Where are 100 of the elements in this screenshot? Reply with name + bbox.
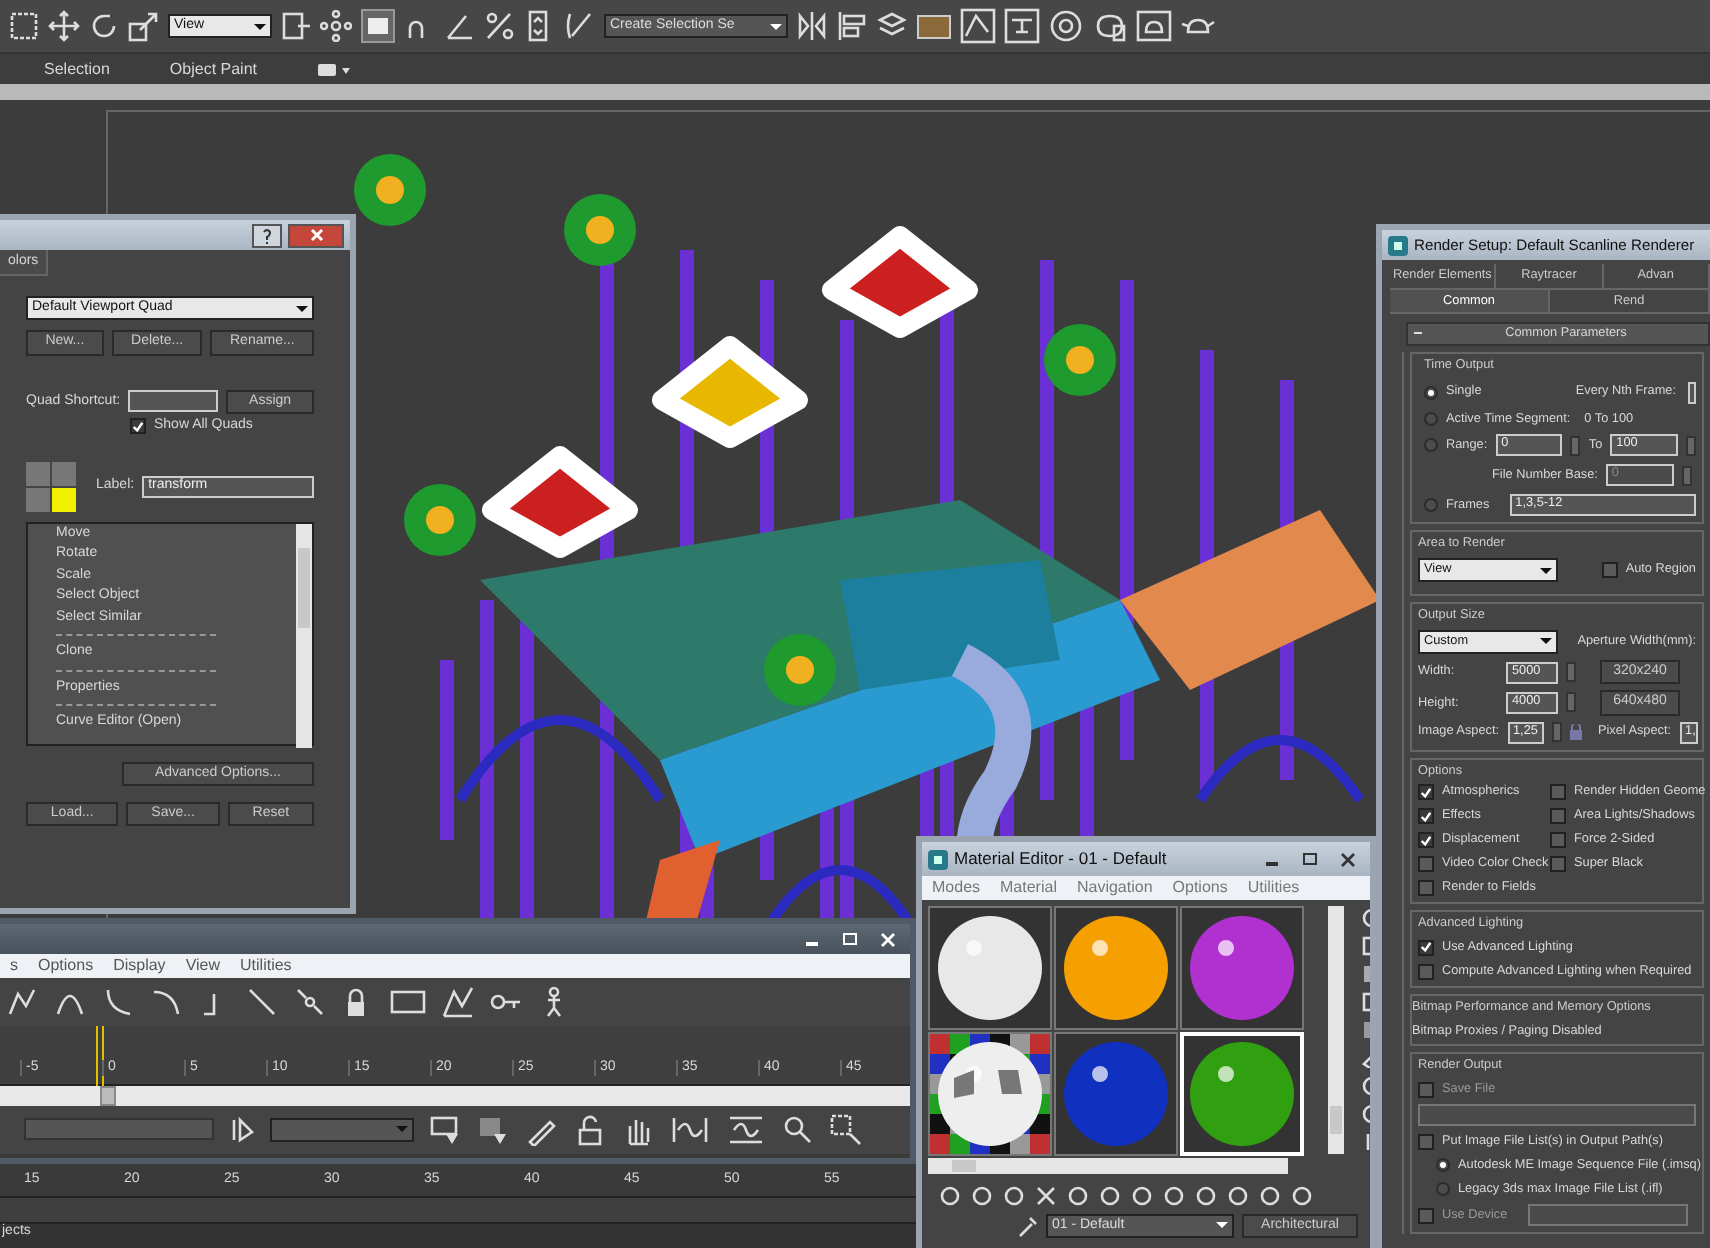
unique-icon[interactable] bbox=[1098, 1183, 1122, 1208]
checkbox[interactable] bbox=[1550, 784, 1566, 801]
menu-item[interactable]: View bbox=[185, 956, 221, 976]
select-region-icon[interactable] bbox=[8, 10, 40, 42]
caret-icon bbox=[396, 1126, 408, 1133]
pivot-icon[interactable] bbox=[280, 10, 312, 42]
checkbox[interactable] bbox=[1418, 856, 1434, 873]
checkbox[interactable] bbox=[1418, 1207, 1434, 1224]
scale-icon[interactable] bbox=[128, 10, 160, 42]
snap-frames-icon[interactable] bbox=[390, 985, 426, 1018]
checkbox[interactable] bbox=[1418, 880, 1434, 897]
effects-icon[interactable] bbox=[1162, 1183, 1186, 1208]
radio-button[interactable] bbox=[1436, 1182, 1450, 1197]
linear-curve-icon[interactable] bbox=[246, 985, 278, 1018]
keyframe-curve-icon[interactable] bbox=[6, 985, 38, 1018]
unlock-icon[interactable] bbox=[574, 1113, 606, 1146]
caret-icon bbox=[254, 23, 266, 29]
radio-button[interactable] bbox=[1436, 1158, 1450, 1173]
checkbox[interactable] bbox=[1418, 784, 1434, 801]
nth-frame-field[interactable] bbox=[1688, 381, 1696, 404]
radio-button[interactable] bbox=[1424, 498, 1438, 513]
align-icon[interactable] bbox=[836, 10, 868, 42]
mirror-icon[interactable] bbox=[796, 10, 828, 42]
checkbox[interactable] bbox=[1418, 939, 1434, 956]
menu-item[interactable]: Material bbox=[1000, 878, 1057, 898]
device-field[interactable] bbox=[1527, 1204, 1688, 1227]
maximize-icon bbox=[842, 931, 858, 947]
show-map-icon[interactable] bbox=[1194, 1183, 1218, 1208]
caret-icon bbox=[296, 305, 308, 312]
edit-named-selection-icon[interactable] bbox=[564, 10, 596, 42]
checkbox[interactable] bbox=[1550, 808, 1566, 825]
checkbox[interactable] bbox=[1418, 1082, 1434, 1099]
link-nodes-icon[interactable] bbox=[320, 10, 352, 42]
close-icon bbox=[880, 931, 896, 947]
app-icon bbox=[928, 849, 948, 869]
checkbox[interactable] bbox=[1418, 808, 1434, 825]
material-editor-icon[interactable] bbox=[1048, 8, 1084, 44]
checkbox[interactable] bbox=[1550, 856, 1566, 873]
menu-item[interactable]: Navigation bbox=[1076, 878, 1153, 898]
output-path-field[interactable] bbox=[1418, 1104, 1696, 1127]
ease-in-curve-icon[interactable] bbox=[102, 985, 134, 1018]
zoom-icon[interactable] bbox=[782, 1113, 814, 1146]
vertical-scrollbar[interactable] bbox=[296, 523, 312, 748]
zoom-region-icon[interactable] bbox=[830, 1113, 862, 1146]
menu-item[interactable]: Utilities bbox=[240, 956, 292, 976]
material-slot[interactable] bbox=[928, 905, 1052, 1030]
menu-item[interactable]: Display bbox=[113, 956, 166, 976]
radio-button[interactable] bbox=[1424, 438, 1438, 453]
select-by-name-icon[interactable] bbox=[230, 1115, 254, 1144]
time-slider-handle[interactable] bbox=[100, 1085, 116, 1106]
curve-editor-icon[interactable] bbox=[960, 8, 996, 44]
close-button[interactable] bbox=[288, 223, 344, 247]
vertical-scrollbar[interactable] bbox=[1328, 906, 1344, 1155]
schematic-view-icon[interactable] bbox=[1004, 8, 1040, 44]
checkbox[interactable] bbox=[1418, 1134, 1434, 1151]
quad-layout-icon[interactable] bbox=[26, 461, 78, 514]
angle-snap-icon[interactable] bbox=[444, 10, 476, 42]
menu-item[interactable]: Options bbox=[1172, 878, 1228, 898]
delete-icon[interactable] bbox=[1034, 1183, 1058, 1208]
help-button[interactable] bbox=[252, 223, 282, 247]
checkbox[interactable] bbox=[1418, 832, 1434, 849]
options-icon[interactable] bbox=[1290, 1183, 1314, 1208]
get-material-icon[interactable] bbox=[938, 1183, 962, 1208]
ease-out-curve-icon[interactable] bbox=[150, 985, 182, 1018]
horizontal-scrollbar[interactable] bbox=[928, 1157, 1288, 1174]
status-field[interactable] bbox=[24, 1118, 214, 1141]
zoom-value-icon[interactable] bbox=[726, 1113, 766, 1146]
render-frame-icon[interactable] bbox=[1136, 8, 1172, 44]
ribbon-tab[interactable]: Selection bbox=[44, 59, 110, 79]
menu-item[interactable]: Modes bbox=[932, 878, 981, 898]
background-icon[interactable] bbox=[1226, 1183, 1250, 1208]
checkbox[interactable] bbox=[1418, 963, 1434, 980]
radio-button[interactable] bbox=[1424, 412, 1438, 427]
material-slot[interactable] bbox=[1054, 905, 1178, 1030]
checkbox[interactable] bbox=[1601, 562, 1618, 579]
menu-item[interactable]: Utilities bbox=[1247, 878, 1300, 898]
export-icon[interactable] bbox=[360, 8, 396, 44]
ribbon-tab[interactable]: Object Paint bbox=[169, 59, 257, 79]
menu-item[interactable]: s bbox=[10, 956, 18, 976]
percent-snap-icon[interactable] bbox=[484, 10, 516, 42]
radio-button[interactable] bbox=[1424, 385, 1438, 400]
copy-icon[interactable] bbox=[1066, 1183, 1090, 1208]
collapse-icon[interactable] bbox=[1414, 332, 1422, 337]
rotate-icon[interactable] bbox=[88, 10, 120, 42]
checkbox[interactable] bbox=[1550, 832, 1566, 849]
library-icon[interactable] bbox=[1130, 1183, 1154, 1208]
menu-item[interactable]: Options bbox=[38, 956, 94, 976]
move-icon[interactable] bbox=[48, 10, 80, 42]
checkbox[interactable] bbox=[130, 418, 146, 435]
eyedropper-icon[interactable] bbox=[1018, 1213, 1038, 1238]
ribbon-toggle-icon[interactable] bbox=[317, 63, 349, 75]
material-slot[interactable] bbox=[928, 1031, 1052, 1156]
sample-icon[interactable] bbox=[1258, 1183, 1282, 1208]
reset-icon[interactable] bbox=[1002, 1183, 1026, 1208]
zoom-horizontal-icon[interactable] bbox=[670, 1113, 710, 1146]
tangent-curve-icon[interactable] bbox=[294, 985, 326, 1018]
shortcut-field[interactable] bbox=[128, 390, 219, 413]
app-icon bbox=[1388, 235, 1408, 255]
graph-icon[interactable] bbox=[442, 985, 474, 1018]
assign-icon[interactable] bbox=[970, 1183, 994, 1208]
